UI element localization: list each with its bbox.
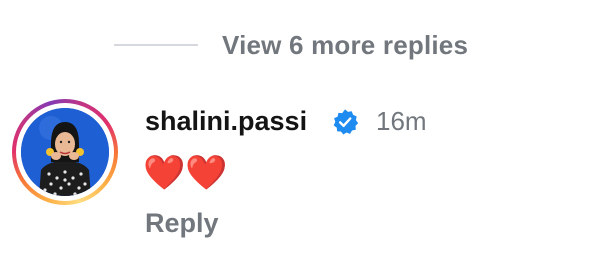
- comment-text: ❤️❤️: [143, 154, 228, 192]
- profile-photo: [21, 108, 109, 196]
- divider-line: [114, 44, 198, 46]
- comment-username[interactable]: shalini.passi: [145, 104, 307, 138]
- view-more-replies-button[interactable]: View 6 more replies: [114, 24, 468, 66]
- reply-button[interactable]: Reply: [145, 205, 219, 241]
- verified-badge-icon: [333, 109, 359, 135]
- view-more-replies-label: View 6 more replies: [222, 29, 469, 60]
- avatar[interactable]: [12, 99, 118, 205]
- comment-timestamp: 16m: [376, 106, 427, 136]
- profile-photo-illustration: [21, 108, 109, 196]
